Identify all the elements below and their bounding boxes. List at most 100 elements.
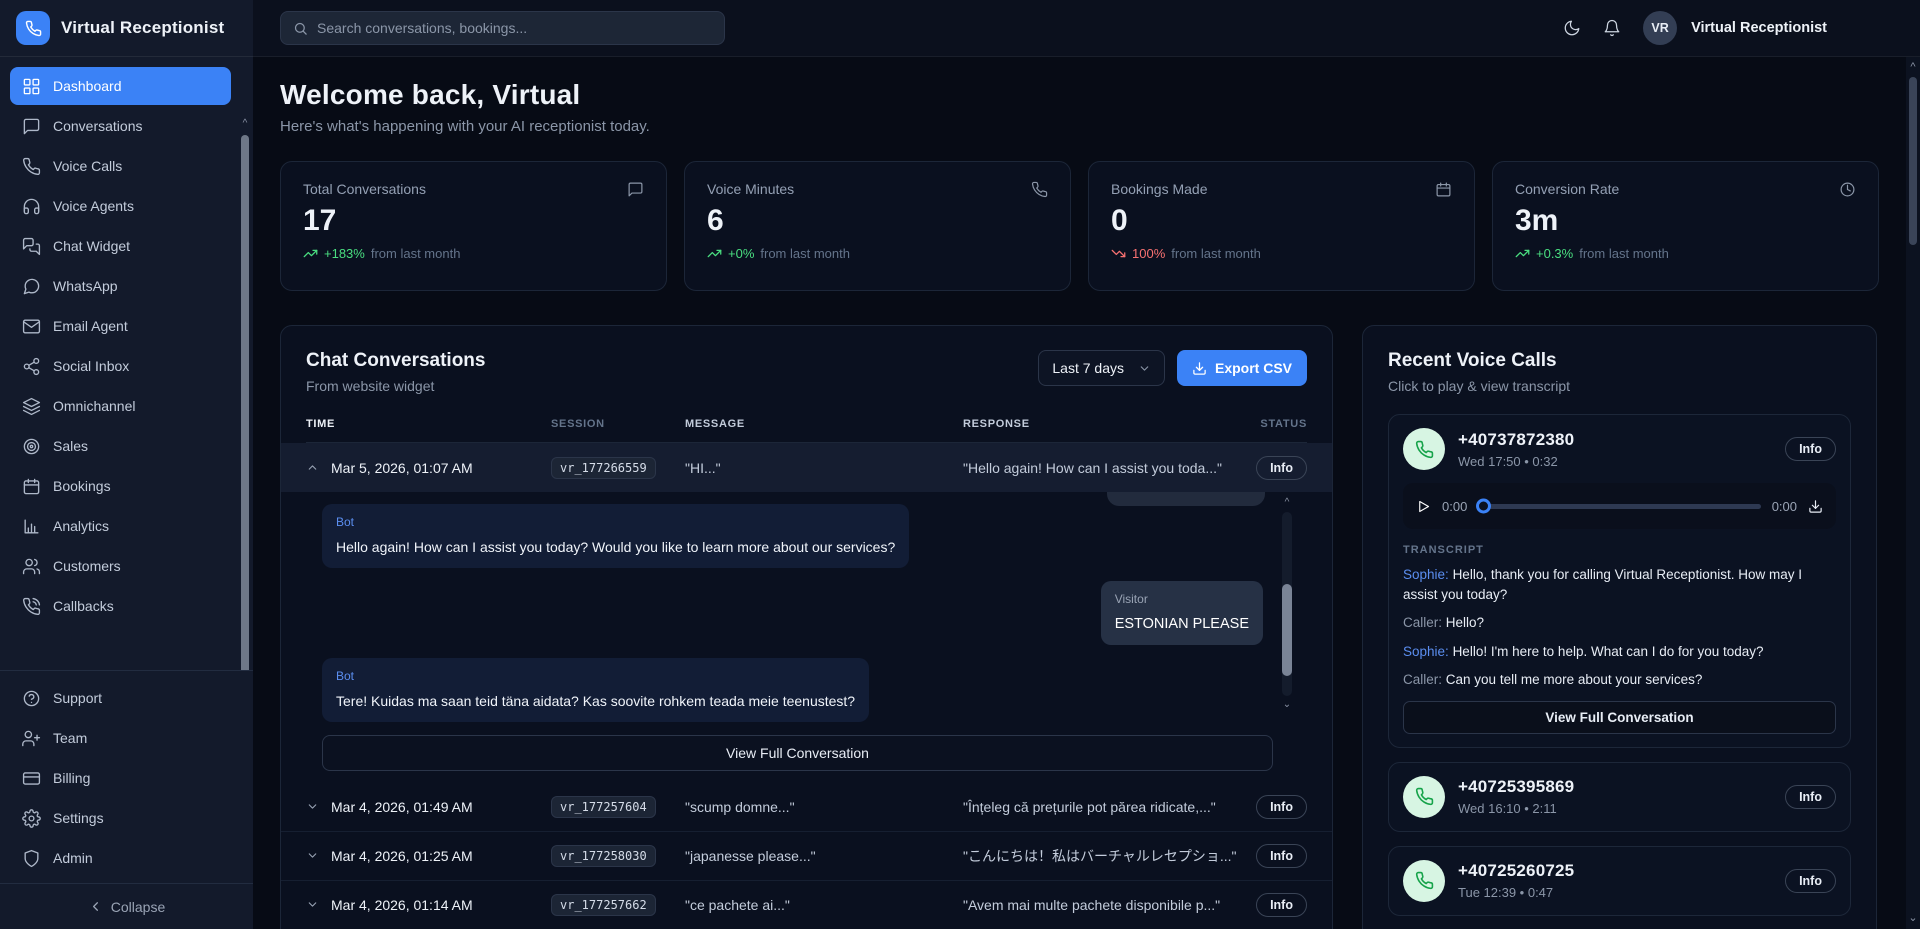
collapse-button[interactable]: Collapse xyxy=(0,883,253,929)
sidebar-item-label: Settings xyxy=(53,810,104,826)
mail-icon xyxy=(22,317,41,336)
sidebar-item-omnichannel[interactable]: Omnichannel xyxy=(10,387,231,425)
sidebar-item-admin[interactable]: Admin xyxy=(10,839,231,877)
sidebar-item-team[interactable]: Team xyxy=(10,719,231,757)
voice-call-card[interactable]: +40725260725 Tue 12:39 • 0:47 Info xyxy=(1388,846,1851,916)
info-button[interactable]: Info xyxy=(1256,795,1307,819)
voice-call-card[interactable]: +40725395869 Wed 16:10 • 2:11 Info xyxy=(1388,762,1851,832)
stat-value: 3m xyxy=(1515,204,1856,238)
info-button[interactable]: Info xyxy=(1785,437,1836,461)
scrollbar-thumb[interactable] xyxy=(241,135,249,670)
sidebar-item-conversations[interactable]: Conversations xyxy=(10,107,231,145)
scroll-up-icon[interactable]: ^ xyxy=(239,119,251,129)
shield-icon xyxy=(22,849,41,868)
chevron-left-icon xyxy=(88,899,103,914)
sidebar-item-billing[interactable]: Billing xyxy=(10,759,231,797)
info-button[interactable]: Info xyxy=(1256,844,1307,868)
scroll-up-icon[interactable]: ^ xyxy=(1906,62,1920,73)
message-text: Hello again! How can I assist you today?… xyxy=(336,537,895,557)
table-row-expanded[interactable]: Mar 5, 2026, 01:07 AM vr_177266559 "HI..… xyxy=(281,443,1332,492)
view-full-conversation-button[interactable]: View Full Conversation xyxy=(322,735,1273,771)
sidebar-item-support[interactable]: Support xyxy=(10,679,231,717)
headphones-icon xyxy=(22,197,41,216)
sidebar-scrollbar[interactable]: ^ ⌄ xyxy=(239,119,251,670)
sidebar-item-voice-calls[interactable]: Voice Calls xyxy=(10,147,231,185)
app-window: Virtual Receptionist Dashboard Conversat… xyxy=(0,0,1920,929)
play-icon[interactable] xyxy=(1416,499,1431,514)
table-row[interactable]: Mar 4, 2026, 01:49 AM vr_177257604 "scum… xyxy=(281,783,1332,832)
stat-value: 0 xyxy=(1111,204,1452,238)
stat-label: Voice Minutes xyxy=(707,181,794,197)
info-button[interactable]: Info xyxy=(1785,869,1836,893)
column-header-response: RESPONSE xyxy=(963,418,1245,430)
table-row[interactable]: Mar 4, 2026, 01:25 AM vr_177258030 "japa… xyxy=(281,832,1332,881)
chevron-down-icon[interactable] xyxy=(306,800,319,813)
sidebar-item-label: Analytics xyxy=(53,518,109,534)
chevron-down-icon[interactable] xyxy=(306,849,319,862)
stat-trend-suffix: from last month xyxy=(371,246,461,261)
stat-value: 6 xyxy=(707,204,1048,238)
sidebar-item-voice-agents[interactable]: Voice Agents xyxy=(10,187,231,225)
export-csv-button[interactable]: Export CSV xyxy=(1177,350,1307,386)
chevron-down-icon[interactable] xyxy=(306,898,319,911)
elapsed-time: 0:00 xyxy=(1442,499,1467,514)
scrollbar-thumb[interactable] xyxy=(1909,77,1917,245)
sidebar-item-sales[interactable]: Sales xyxy=(10,427,231,465)
transcript-line: Caller: Can you tell me more about your … xyxy=(1403,670,1836,690)
trending-down-icon xyxy=(1111,246,1126,261)
transcript-label: TRANSCRIPT xyxy=(1403,544,1836,556)
page-scrollbar[interactable]: ^ ⌄ xyxy=(1906,57,1920,929)
conversation-scrollbar[interactable]: ^ ⌄ xyxy=(1281,498,1293,710)
slider-thumb[interactable] xyxy=(1476,499,1491,514)
notifications-button[interactable] xyxy=(1603,19,1621,37)
collapse-label: Collapse xyxy=(111,899,165,915)
download-icon[interactable] xyxy=(1808,499,1823,514)
sidebar-item-chat-widget[interactable]: Chat Widget xyxy=(10,227,231,265)
table-row[interactable]: Mar 4, 2026, 01:14 AM vr_177257662 "ce p… xyxy=(281,881,1332,929)
stat-label: Conversion Rate xyxy=(1515,181,1619,197)
stat-value: 17 xyxy=(303,204,644,238)
scroll-up-icon[interactable]: ^ xyxy=(1281,498,1293,508)
sidebar: Virtual Receptionist Dashboard Conversat… xyxy=(0,0,253,929)
row-response: "Înțeleg că prețurile pot părea ridicate… xyxy=(963,799,1245,815)
voice-call-card-expanded[interactable]: +40737872380 Wed 17:50 • 0:32 Info 0:00 … xyxy=(1388,414,1851,748)
phone-icon xyxy=(1415,787,1434,806)
column-header-session: SESSION xyxy=(551,418,685,430)
sidebar-item-customers[interactable]: Customers xyxy=(10,547,231,585)
sidebar-item-dashboard[interactable]: Dashboard xyxy=(10,67,231,105)
scrollbar-thumb[interactable] xyxy=(1282,584,1292,676)
scroll-down-icon[interactable]: ⌄ xyxy=(1906,913,1920,924)
sidebar-item-callbacks[interactable]: Callbacks xyxy=(10,587,231,625)
sidebar-item-email-agent[interactable]: Email Agent xyxy=(10,307,231,345)
chevron-up-icon[interactable] xyxy=(306,461,319,474)
sidebar-item-bookings[interactable]: Bookings xyxy=(10,467,231,505)
download-icon xyxy=(1192,361,1207,376)
search-icon xyxy=(293,21,308,36)
info-button[interactable]: Info xyxy=(1785,785,1836,809)
calendar-icon xyxy=(1435,181,1452,198)
page-content: Welcome back, Virtual Here's what's happ… xyxy=(253,57,1920,929)
search-input[interactable] xyxy=(317,20,712,36)
theme-toggle-button[interactable] xyxy=(1563,19,1581,37)
sidebar-item-settings[interactable]: Settings xyxy=(10,799,231,837)
sidebar-item-social-inbox[interactable]: Social Inbox xyxy=(10,347,231,385)
clock-icon xyxy=(1839,181,1856,198)
phone-icon xyxy=(25,20,42,37)
date-range-select[interactable]: Last 7 days xyxy=(1038,350,1165,386)
bar-chart-icon xyxy=(22,517,41,536)
search-box[interactable] xyxy=(280,11,725,45)
row-time: Mar 4, 2026, 01:49 AM xyxy=(331,799,473,815)
row-response: "Hello again! How can I assist you toda.… xyxy=(963,460,1245,476)
seek-slider[interactable] xyxy=(1478,504,1760,509)
info-button[interactable]: Info xyxy=(1256,893,1307,917)
sidebar-item-analytics[interactable]: Analytics xyxy=(10,507,231,545)
scroll-down-icon[interactable]: ⌄ xyxy=(1281,700,1293,710)
sidebar-item-whatsapp[interactable]: WhatsApp xyxy=(10,267,231,305)
user-avatar[interactable]: VR xyxy=(1643,11,1677,45)
view-full-conversation-button[interactable]: View Full Conversation xyxy=(1403,701,1836,734)
share-icon xyxy=(22,357,41,376)
info-button[interactable]: Info xyxy=(1256,456,1307,480)
bot-message-bubble: Bot Hello again! How can I assist you to… xyxy=(322,504,909,568)
user-name: Virtual Receptionist xyxy=(1691,20,1827,36)
call-avatar xyxy=(1403,776,1445,818)
